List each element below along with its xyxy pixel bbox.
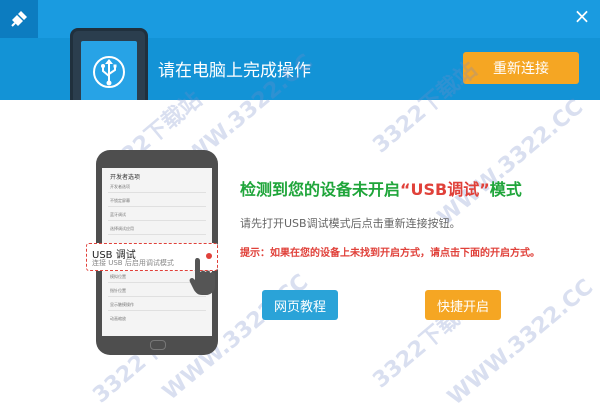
main-title-highlight: “USB调试” <box>400 180 490 199</box>
divider <box>108 206 206 207</box>
web-tutorial-button[interactable]: 网页教程 <box>262 290 338 320</box>
tip-text: 提示：如果在您的设备上未找到开启方式，请点击下面的开启方式。 <box>240 248 540 259</box>
divider <box>108 296 206 297</box>
quick-enable-button[interactable]: 快捷开启 <box>425 290 501 320</box>
description-text: 请先打开USB调试模式后点击重新连接按钮。 <box>240 217 461 230</box>
main-title-prefix: 检测到您的设备未开启 <box>240 180 401 199</box>
usb-icon <box>81 41 137 103</box>
phone-menu-item: 动画缩放 <box>110 316 126 321</box>
divider <box>108 234 206 235</box>
phone-menu-item: 不锁定屏幕 <box>110 198 130 203</box>
main-title-suffix: 模式 <box>489 180 522 199</box>
divider <box>108 220 206 221</box>
phone-menu-item: 模拟位置 <box>110 274 126 279</box>
phone-menu-item: 开发者选项 <box>110 184 130 189</box>
divider <box>108 310 206 311</box>
usb-plug-icon <box>0 0 38 38</box>
pointing-hand-icon <box>188 256 216 296</box>
usb-debug-subtitle: 连接 USB 后启用调试模式 <box>92 259 174 267</box>
phone-screen-title: 开发者选项 <box>110 174 141 181</box>
close-button[interactable]: × <box>570 4 594 28</box>
phone-menu-item: 显示触摸操作 <box>110 302 134 307</box>
phone-menu-item: 蓝牙调试 <box>110 212 126 217</box>
home-button-icon <box>150 340 166 350</box>
divider <box>108 192 206 193</box>
phone-menu-item: 选择调试应用 <box>110 226 134 231</box>
main-title: 检测到您的设备未开启“USB调试”模式 <box>240 176 522 200</box>
phone-menu-item: 指针位置 <box>110 288 126 293</box>
